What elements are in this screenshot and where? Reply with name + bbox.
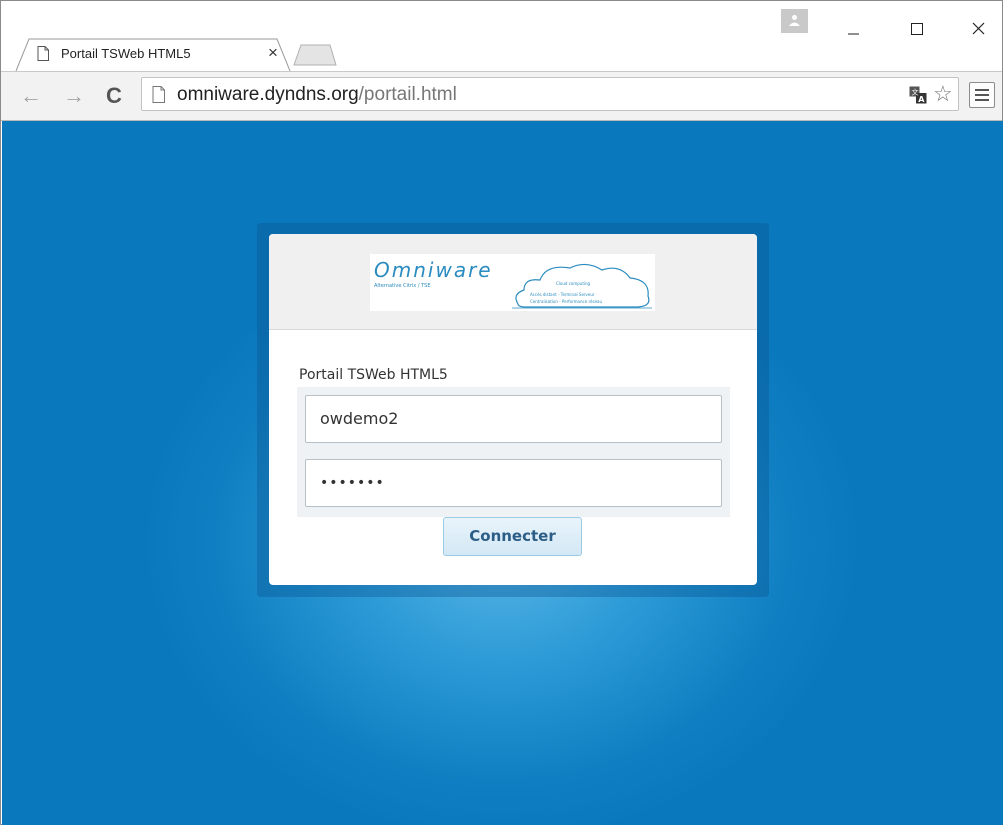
user-icon [789, 15, 800, 26]
reload-icon[interactable]: C [101, 83, 127, 109]
menu-bar-icon [975, 89, 989, 91]
menu-bar-icon [975, 99, 989, 101]
back-arrow-icon[interactable]: ← [18, 83, 44, 109]
password-field[interactable]: ••••••• [305, 459, 722, 507]
tab-portail[interactable]: Portail TSWeb HTML5 × [15, 38, 291, 71]
logo-cloud-line1: Cloud computing [556, 281, 591, 286]
logo-brand: Omniware [374, 258, 493, 282]
logo-cloud-line2: Accès distant - Terminal Serveur [530, 292, 595, 297]
translate-icon[interactable]: 文 A [909, 86, 927, 104]
omniware-logo: Omniware Alternative Citrix / TSE Cloud … [370, 254, 655, 311]
chrome-menu-button[interactable] [969, 82, 995, 108]
login-card: Omniware Alternative Citrix / TSE Cloud … [269, 234, 757, 585]
username-field[interactable]: owdemo2 [305, 395, 722, 443]
new-tab-button[interactable] [293, 44, 337, 66]
close-window-button[interactable] [956, 14, 1001, 44]
url-path: /portail.html [358, 84, 457, 105]
bookmark-star-icon[interactable]: ☆ [933, 83, 953, 105]
credentials-group: owdemo2 ••••••• [297, 387, 730, 517]
svg-text:A: A [918, 95, 925, 104]
page-icon [37, 46, 49, 61]
browser-toolbar: ← → C omniware.dyndns.org/portail.html 文… [1, 71, 1002, 121]
connect-button[interactable]: Connecter [443, 517, 582, 556]
page-content: Omniware Alternative Citrix / TSE Cloud … [2, 121, 1003, 825]
maximize-button[interactable] [894, 14, 939, 44]
url-host: omniware.dyndns.org [177, 84, 359, 105]
browser-window: Portail TSWeb HTML5 × ← → C omniware.dyn… [0, 0, 1003, 825]
minimize-button[interactable] [831, 14, 876, 44]
logo-cloud-line3: Centralisation - Performance réseau [530, 299, 603, 304]
maximize-icon [911, 23, 923, 35]
tab-title: Portail TSWeb HTML5 [61, 46, 191, 61]
title-bar: Portail TSWeb HTML5 × [1, 1, 1002, 71]
address-bar[interactable]: omniware.dyndns.org/portail.html 文 A ☆ [141, 77, 959, 111]
menu-bar-icon [975, 94, 989, 96]
card-header: Omniware Alternative Citrix / TSE Cloud … [269, 234, 757, 330]
close-tab-icon[interactable]: × [263, 43, 283, 63]
logo-tagline: Alternative Citrix / TSE [374, 283, 431, 289]
portal-title: Portail TSWeb HTML5 [299, 367, 448, 383]
url-text[interactable]: omniware.dyndns.org/portail.html [177, 84, 457, 106]
profile-button[interactable] [781, 9, 808, 33]
forward-arrow-icon[interactable]: → [61, 83, 87, 109]
minimize-icon [848, 33, 859, 35]
page-icon [152, 86, 165, 103]
close-icon [972, 22, 985, 35]
